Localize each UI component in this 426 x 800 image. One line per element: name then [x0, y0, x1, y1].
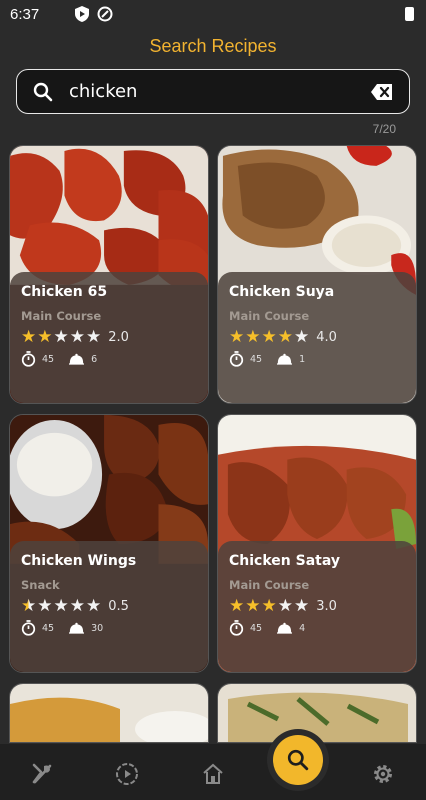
- servings: 6: [91, 353, 98, 365]
- star-empty-icon: ★: [37, 596, 53, 616]
- servings: 1: [299, 353, 306, 365]
- serving-dish-icon: [277, 353, 293, 365]
- serving-dish-icon: [69, 622, 85, 634]
- status-icons: [75, 6, 113, 22]
- cook-time: 45: [42, 353, 55, 365]
- star-empty-icon: ★: [294, 327, 310, 347]
- rating-stars: ★ ★ ★ ★ ★ 3.0: [229, 598, 406, 615]
- search-tab-button[interactable]: [273, 735, 323, 785]
- star-filled-icon: ★: [37, 327, 53, 347]
- recipe-info-panel: Chicken Wings Snack ★ ★ ★ ★ ★ 0.5 45 30: [10, 541, 208, 672]
- recipe-info-panel: Chicken 65 Main Course ★ ★ ★ ★ ★ 2.0 45 …: [10, 272, 208, 403]
- recipe-category: Main Course: [21, 309, 102, 323]
- rating-value: 2.0: [108, 330, 129, 345]
- recipe-info-panel: Chicken Suya Main Course ★ ★ ★ ★ ★ 4.0 4…: [218, 272, 416, 403]
- shield-play-icon: [75, 6, 90, 22]
- star-empty-icon: ★: [69, 327, 85, 347]
- star-filled-icon: ★: [261, 596, 277, 616]
- cook-time: 45: [250, 353, 263, 365]
- servings: 4: [299, 622, 306, 634]
- recipe-meta: 45 6: [21, 351, 198, 367]
- recipe-title: Chicken Suya: [229, 284, 335, 300]
- search-bar[interactable]: [16, 69, 410, 114]
- status-time: 6:37: [10, 5, 40, 23]
- rating-stars: ★ ★ ★ ★ ★ 4.0: [229, 329, 406, 346]
- rating-value: 3.0: [316, 599, 337, 614]
- recipe-card[interactable]: Chicken 65 Main Course ★ ★ ★ ★ ★ 2.0 45 …: [9, 145, 209, 404]
- status-bar: 6:37: [0, 0, 426, 28]
- recipe-title: Chicken Satay: [229, 553, 340, 569]
- recipe-category: Snack: [21, 578, 60, 592]
- backspace-clear-icon[interactable]: [371, 83, 393, 101]
- timer-icon: [229, 620, 244, 636]
- serving-dish-icon: [277, 622, 293, 634]
- rating-stars: ★ ★ ★ ★ ★ 0.5: [21, 598, 198, 615]
- rating-stars: ★ ★ ★ ★ ★ 2.0: [21, 329, 198, 346]
- cook-time: 45: [42, 622, 55, 634]
- star-filled-icon: ★: [277, 327, 293, 347]
- recipe-meta: 45 1: [229, 351, 406, 367]
- cook-time: 45: [250, 622, 263, 634]
- recipe-info-panel: Chicken Satay Main Course ★ ★ ★ ★ ★ 3.0 …: [218, 541, 416, 672]
- star-empty-icon: ★: [53, 596, 69, 616]
- star-filled-icon: ★: [261, 327, 277, 347]
- recipe-meta: 45 30: [21, 620, 198, 636]
- search-input[interactable]: [69, 78, 359, 104]
- star-empty-icon: ★: [53, 327, 69, 347]
- recipe-card[interactable]: [9, 683, 209, 743]
- timer-icon: [229, 351, 244, 367]
- star-empty-icon: ★: [277, 596, 293, 616]
- result-count: 7/20: [372, 122, 396, 136]
- star-filled-icon: ★: [245, 327, 261, 347]
- star-filled-icon: ★: [245, 596, 261, 616]
- battery-icon: [405, 7, 414, 21]
- recipe-title: Chicken Wings: [21, 553, 137, 569]
- play-circle-icon[interactable]: [115, 762, 139, 786]
- serving-dish-icon: [69, 353, 85, 365]
- star-filled-icon: ★: [21, 327, 37, 347]
- star-empty-icon: ★: [86, 596, 102, 616]
- recipe-title: Chicken 65: [21, 284, 108, 300]
- data-saver-icon: [97, 6, 113, 22]
- page-title: Search Recipes: [149, 36, 277, 56]
- rating-value: 4.0: [316, 330, 337, 345]
- utensils-icon[interactable]: [30, 762, 54, 786]
- recipe-image: [218, 684, 416, 742]
- search-icon: [287, 749, 309, 771]
- recipe-meta: 45 4: [229, 620, 406, 636]
- servings: 30: [91, 622, 104, 634]
- rating-value: 0.5: [108, 599, 129, 614]
- timer-icon: [21, 351, 36, 367]
- recipe-category: Main Course: [229, 578, 310, 592]
- recipe-image: [10, 684, 208, 742]
- gear-icon[interactable]: [371, 762, 395, 786]
- star-half-icon: ★: [21, 596, 37, 616]
- bottom-nav: [0, 744, 426, 800]
- star-filled-icon: ★: [229, 596, 245, 616]
- search-icon: [33, 82, 53, 102]
- star-empty-icon: ★: [294, 596, 310, 616]
- recipe-card[interactable]: Chicken Suya Main Course ★ ★ ★ ★ ★ 4.0 4…: [217, 145, 417, 404]
- recipe-card[interactable]: Chicken Wings Snack ★ ★ ★ ★ ★ 0.5 45 30: [9, 414, 209, 673]
- star-empty-icon: ★: [86, 327, 102, 347]
- recipe-card[interactable]: [217, 683, 417, 743]
- recipe-category: Main Course: [229, 309, 310, 323]
- recipe-card[interactable]: Chicken Satay Main Course ★ ★ ★ ★ ★ 3.0 …: [217, 414, 417, 673]
- star-empty-icon: ★: [69, 596, 85, 616]
- star-filled-icon: ★: [229, 327, 245, 347]
- home-icon[interactable]: [201, 762, 225, 786]
- timer-icon: [21, 620, 36, 636]
